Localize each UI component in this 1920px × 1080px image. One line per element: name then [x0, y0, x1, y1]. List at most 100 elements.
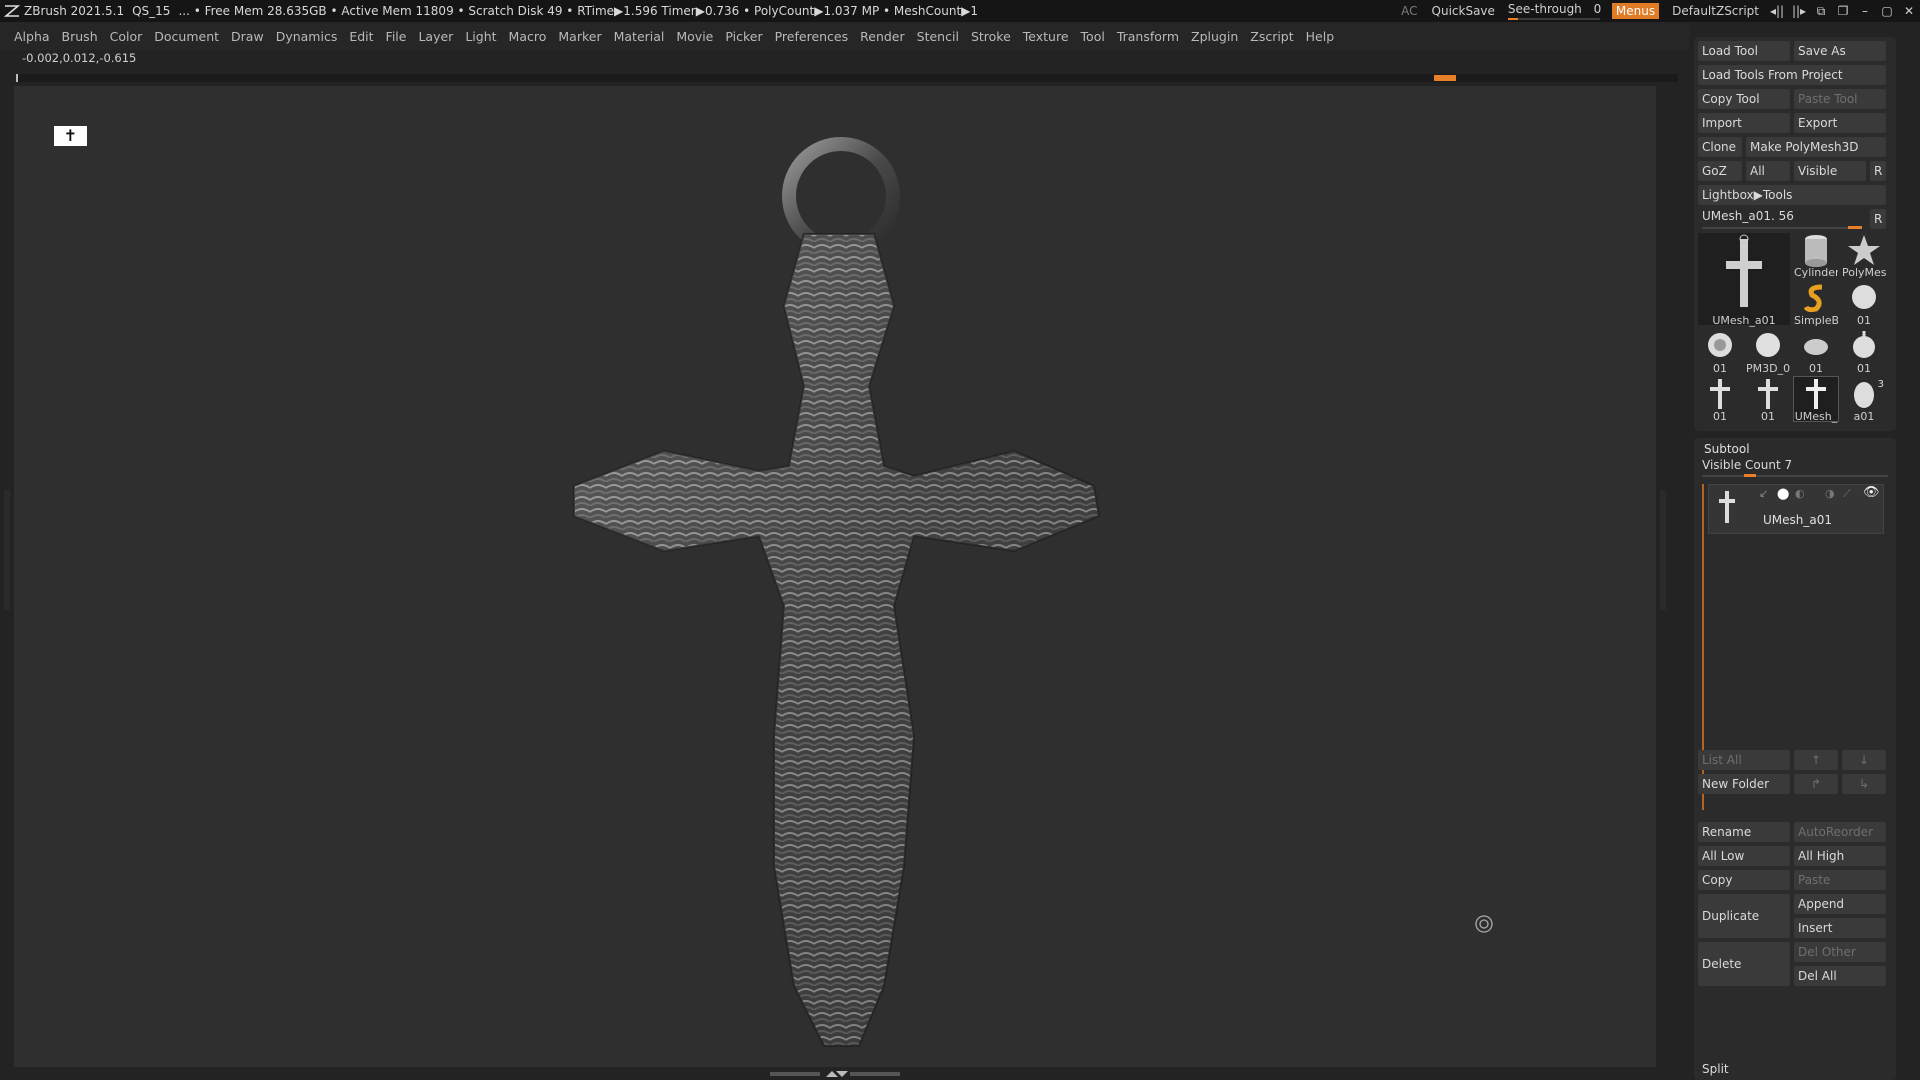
tool-thumb-01-b[interactable]: 01 [1698, 329, 1742, 375]
menus-button[interactable]: Menus [1611, 3, 1660, 19]
menu-render[interactable]: Render [860, 29, 905, 44]
menu-brush[interactable]: Brush [62, 29, 98, 44]
menu-layer[interactable]: Layer [418, 29, 453, 44]
menu-edit[interactable]: Edit [349, 29, 373, 44]
move-up-arrow-icon[interactable]: ↑ [1794, 750, 1838, 770]
goz-all-button[interactable]: All [1746, 161, 1790, 181]
menu-dynamics[interactable]: Dynamics [276, 29, 338, 44]
subtool-brush-icon[interactable]: ↙ [1759, 487, 1768, 500]
timeline-track[interactable] [16, 74, 1678, 82]
menu-texture[interactable]: Texture [1023, 29, 1069, 44]
autoreorder-button[interactable]: AutoReorder [1794, 822, 1886, 842]
menu-picker[interactable]: Picker [725, 29, 762, 44]
menu-file[interactable]: File [386, 29, 407, 44]
insert-button[interactable]: Insert [1794, 918, 1886, 938]
menu-zplugin[interactable]: Zplugin [1191, 29, 1238, 44]
layout-right-icon[interactable]: ||▸ [1788, 4, 1810, 18]
menu-marker[interactable]: Marker [558, 29, 601, 44]
menu-document[interactable]: Document [154, 29, 219, 44]
import-button[interactable]: Import [1698, 113, 1790, 133]
menu-stroke[interactable]: Stroke [971, 29, 1011, 44]
goz-r-button[interactable]: R [1870, 161, 1886, 181]
copy-button[interactable]: Copy [1698, 870, 1790, 890]
subtool-visibility-eye-icon[interactable]: 👁 [1863, 485, 1880, 500]
all-low-button[interactable]: All Low [1698, 846, 1790, 866]
mesh-slider-handle[interactable] [1848, 226, 1862, 229]
close-icon[interactable]: ✕ [1898, 4, 1920, 18]
menu-preferences[interactable]: Preferences [775, 29, 849, 44]
list-all-button[interactable]: List All [1698, 750, 1790, 770]
rotate-gizmo-icon[interactable] [1474, 914, 1494, 934]
subtool-mode-icon[interactable]: ⟋ [1843, 487, 1851, 501]
menu-alpha[interactable]: Alpha [14, 29, 50, 44]
menu-macro[interactable]: Macro [509, 29, 547, 44]
lightbox-tools-button[interactable]: Lightbox▶Tools [1698, 185, 1886, 205]
default-zscript-button[interactable]: DefaultZScript [1672, 4, 1759, 18]
left-tray-handle[interactable] [4, 490, 10, 610]
tool-thumb-pm3d[interactable]: PM3D_0 [1746, 329, 1790, 375]
menu-stencil[interactable]: Stencil [917, 29, 959, 44]
del-other-button[interactable]: Del Other [1794, 942, 1886, 962]
tool-thumb-cylinder[interactable]: Cylinder [1794, 233, 1838, 279]
all-high-button[interactable]: All High [1794, 846, 1886, 866]
tool-thumb-umesh-selected[interactable]: UMesh_ [1793, 376, 1839, 423]
subtool-mask-icon[interactable]: ◐ [1795, 487, 1805, 500]
subtool-polypaint-icon[interactable]: ⬤ [1777, 487, 1789, 500]
window-copy-icon[interactable]: ⧉ [1810, 4, 1832, 19]
clone-button[interactable]: Clone [1698, 137, 1742, 157]
move-down-arrow-icon[interactable]: ↓ [1842, 750, 1886, 770]
goz-visible-button[interactable]: Visible [1794, 161, 1866, 181]
menu-transform[interactable]: Transform [1117, 29, 1179, 44]
menu-movie[interactable]: Movie [676, 29, 713, 44]
duplicate-button[interactable]: Duplicate [1698, 894, 1790, 938]
split-section-label[interactable]: Split [1702, 1062, 1729, 1076]
load-tools-from-project-button[interactable]: Load Tools From Project [1698, 65, 1886, 85]
right-tray-handle[interactable] [1660, 490, 1666, 610]
tool-thumb-a01[interactable]: a01 3 [1842, 377, 1886, 423]
bottom-tray-handle[interactable] [770, 1070, 900, 1078]
make-polymesh-button[interactable]: Make PolyMesh3D [1746, 137, 1886, 157]
menu-zscript[interactable]: Zscript [1250, 29, 1293, 44]
see-through-slider[interactable]: See-through 0 [1507, 2, 1601, 20]
visible-count-track[interactable] [1702, 475, 1888, 477]
tool-thumb-01-c[interactable]: 01 [1794, 329, 1838, 375]
tool-thumb-umesh-main[interactable]: UMesh_a01 [1698, 233, 1790, 327]
menu-material[interactable]: Material [614, 29, 665, 44]
del-all-button[interactable]: Del All [1794, 966, 1886, 986]
menu-color[interactable]: Color [110, 29, 143, 44]
mesh-slider-r-button[interactable]: R [1870, 209, 1886, 229]
timeline-marker[interactable] [1434, 75, 1456, 81]
window-restore-icon[interactable]: ❐ [1832, 4, 1854, 18]
tool-thumb-polymesh[interactable]: PolyMes [1842, 233, 1886, 279]
tool-thumb-01-f[interactable]: 01 [1746, 377, 1790, 423]
maximize-icon[interactable]: ▢ [1876, 4, 1898, 18]
paste-tool-button[interactable]: Paste Tool [1794, 89, 1886, 109]
tool-thumb-01-d[interactable]: 01 [1842, 329, 1886, 375]
save-as-button[interactable]: Save As [1794, 41, 1886, 61]
paste-button[interactable]: Paste [1794, 870, 1886, 890]
rename-button[interactable]: Rename [1698, 822, 1790, 842]
delete-button[interactable]: Delete [1698, 942, 1790, 986]
layout-left-icon[interactable]: ◂|| [1766, 4, 1788, 18]
folder-up-arrow-icon[interactable]: ↱ [1794, 774, 1838, 794]
goz-button[interactable]: GoZ [1698, 161, 1742, 181]
subtool-dynamic-icon[interactable]: ◑ [1825, 487, 1835, 500]
append-button[interactable]: Append [1794, 894, 1886, 914]
menu-tool[interactable]: Tool [1081, 29, 1105, 44]
mesh-slider-track[interactable] [1702, 227, 1862, 229]
tool-thumb-simpleb[interactable]: SimpleB [1794, 281, 1838, 327]
tool-thumb-01-e[interactable]: 01 [1698, 377, 1742, 423]
quicksave-button[interactable]: QuickSave [1432, 4, 1495, 18]
subtool-item-umesh[interactable]: UMesh_a01 ↙ ⬤ ◐ ◑ ⟋ 👁 [1708, 484, 1884, 534]
tool-thumb-01-a[interactable]: 01 [1842, 281, 1886, 327]
canvas-viewport[interactable]: ✝ [14, 86, 1656, 1067]
load-tool-button[interactable]: Load Tool [1698, 41, 1790, 61]
minimize-icon[interactable]: – [1854, 4, 1876, 18]
export-button[interactable]: Export [1794, 113, 1886, 133]
ac-button[interactable]: AC [1401, 4, 1417, 18]
menu-light[interactable]: Light [465, 29, 496, 44]
menu-draw[interactable]: Draw [231, 29, 264, 44]
visible-count-handle[interactable] [1744, 474, 1756, 477]
copy-tool-button[interactable]: Copy Tool [1698, 89, 1790, 109]
menu-help[interactable]: Help [1306, 29, 1335, 44]
